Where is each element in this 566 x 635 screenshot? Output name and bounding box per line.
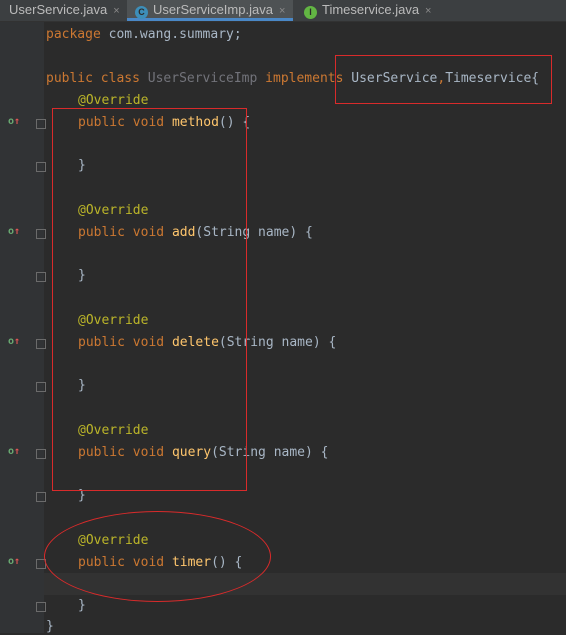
package-keyword: package bbox=[46, 27, 101, 42]
close-icon[interactable]: × bbox=[113, 5, 119, 17]
code-line-package: package com.wang.summary; bbox=[46, 27, 242, 43]
close-icon[interactable]: × bbox=[425, 5, 431, 17]
fold-marker-icon[interactable] bbox=[36, 339, 46, 349]
implements-method-icon[interactable]: o↑ bbox=[8, 116, 20, 127]
fold-marker-icon[interactable] bbox=[36, 382, 46, 392]
implements-method-icon[interactable]: o↑ bbox=[8, 226, 20, 237]
class-keyword: class bbox=[100, 71, 140, 86]
tab-label: Timeservice.java bbox=[322, 2, 420, 17]
fold-marker-icon[interactable] bbox=[36, 119, 46, 129]
close-brace: } bbox=[46, 619, 54, 634]
tab-userserviceimp[interactable]: C UserServiceImp.java × bbox=[127, 0, 293, 21]
interface-icon: I bbox=[304, 6, 317, 19]
package-name: com.wang.summary; bbox=[100, 27, 242, 42]
highlight-box-interfaces bbox=[335, 55, 552, 104]
class-icon: C bbox=[135, 6, 148, 19]
tab-timeservice[interactable]: I Timeservice.java × bbox=[296, 0, 446, 21]
editor-gutter bbox=[0, 22, 44, 633]
editor-tab-bar: UserService.java × C UserServiceImp.java × … bbox=[0, 0, 566, 22]
implements-keyword: implements bbox=[265, 71, 344, 86]
fold-marker-icon[interactable] bbox=[36, 449, 46, 459]
implements-method-icon[interactable]: o↑ bbox=[8, 446, 20, 457]
highlight-box-methods bbox=[52, 108, 247, 491]
override-annotation: @Override bbox=[78, 93, 149, 108]
fold-marker-icon[interactable] bbox=[36, 162, 46, 172]
public-keyword: public bbox=[46, 71, 93, 86]
fold-marker-icon[interactable] bbox=[36, 272, 46, 282]
code-line-close-brace: } bbox=[78, 598, 86, 614]
close-brace: } bbox=[78, 598, 86, 613]
implements-method-icon[interactable]: o↑ bbox=[8, 336, 20, 347]
fold-marker-icon[interactable] bbox=[36, 602, 46, 612]
highlight-ellipse-timer bbox=[44, 511, 271, 602]
fold-marker-icon[interactable] bbox=[36, 229, 46, 239]
class-name: UserServiceImp bbox=[147, 71, 258, 86]
tab-userservice[interactable]: UserService.java × bbox=[0, 0, 126, 21]
tab-label: UserService.java bbox=[9, 2, 108, 17]
close-icon[interactable]: × bbox=[279, 5, 285, 17]
code-line-annotation: @Override bbox=[78, 93, 148, 109]
implements-method-icon[interactable]: o↑ bbox=[8, 556, 20, 567]
tab-label: UserServiceImp.java bbox=[153, 2, 273, 17]
fold-marker-icon[interactable] bbox=[36, 492, 46, 502]
